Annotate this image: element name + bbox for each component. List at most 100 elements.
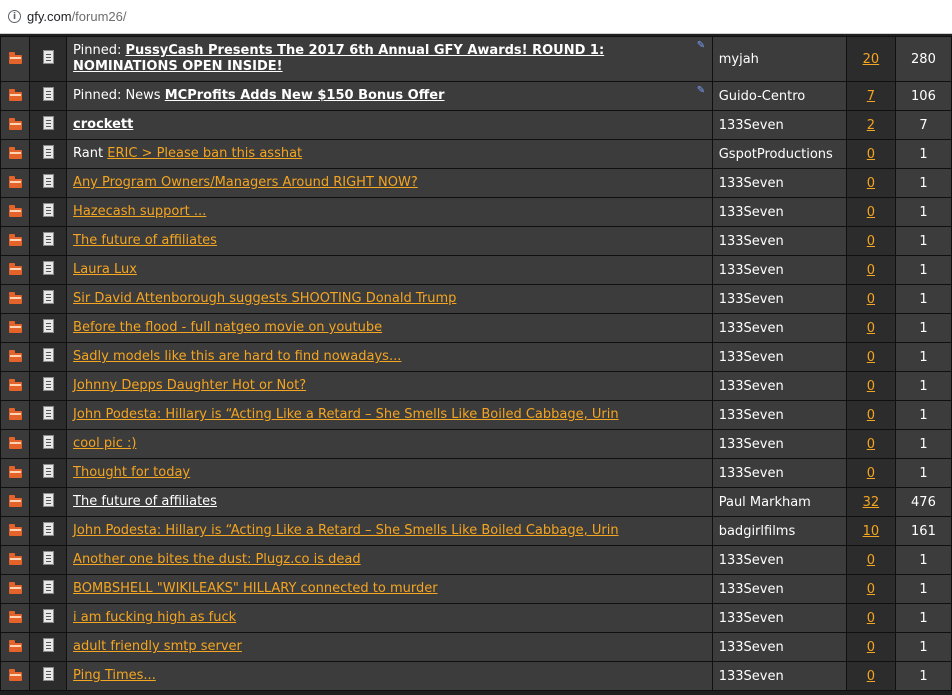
thread-title-link[interactable]: crockett: [73, 117, 133, 132]
thread-replies-link[interactable]: 0: [867, 582, 875, 597]
thread-icon-cell: [29, 661, 68, 691]
thread-replies-cell: 0: [845, 168, 896, 198]
thread-icon-cell: [29, 226, 68, 256]
thread-author[interactable]: 133Seven: [711, 545, 847, 575]
folder-icon: [8, 88, 22, 101]
thread-author[interactable]: 133Seven: [711, 603, 847, 633]
document-icon: [42, 87, 54, 101]
thread-author[interactable]: 133Seven: [711, 313, 847, 343]
thread-replies-cell: 0: [845, 603, 896, 633]
thread-author[interactable]: 133Seven: [711, 284, 847, 314]
thread-replies-link[interactable]: 0: [867, 379, 875, 394]
thread-title-link[interactable]: Johnny Depps Daughter Hot or Not?: [73, 378, 306, 393]
thread-prefix: Pinned:: [73, 43, 122, 58]
folder-icon: [8, 51, 22, 64]
thread-replies-link[interactable]: 7: [867, 89, 875, 104]
thread-row: Thought for today 133Seven 0 1: [0, 458, 952, 488]
thread-replies-link[interactable]: 32: [863, 495, 880, 510]
thread-title-link[interactable]: Another one bites the dust: Plugz.co is …: [73, 552, 361, 567]
thread-title-link[interactable]: John Podesta: Hillary is “Acting Like a …: [73, 407, 619, 422]
thread-title-link[interactable]: Hazecash support ...: [73, 204, 206, 219]
thread-replies-link[interactable]: 20: [863, 52, 880, 67]
thread-title-cell: John Podesta: Hillary is “Acting Like a …: [66, 400, 713, 430]
thread-replies-link[interactable]: 0: [867, 611, 875, 626]
url-text[interactable]: gfy.com/forum26/: [27, 9, 126, 24]
status-cell: [0, 632, 31, 662]
thread-replies-link[interactable]: 0: [867, 350, 875, 365]
thread-title-link[interactable]: BOMBSHELL "WIKILEAKS" HILLARY connected …: [73, 581, 438, 596]
thread-replies-link[interactable]: 0: [867, 292, 875, 307]
thread-author[interactable]: 133Seven: [711, 661, 847, 691]
info-icon[interactable]: i: [8, 10, 21, 23]
thread-author[interactable]: 133Seven: [711, 168, 847, 198]
thread-replies-cell: 0: [845, 313, 896, 343]
folder-icon: [8, 117, 22, 130]
thread-title-link[interactable]: Thought for today: [73, 465, 190, 480]
thread-author[interactable]: 133Seven: [711, 255, 847, 285]
thread-title-cell: John Podesta: Hillary is “Acting Like a …: [66, 516, 713, 546]
thread-title-link[interactable]: PussyCash Presents The 2017 6th Annual G…: [73, 43, 604, 74]
thread-replies-cell: 10: [845, 516, 896, 546]
thread-replies-link[interactable]: 0: [867, 234, 875, 249]
thread-title-link[interactable]: The future of affiliates: [73, 494, 217, 509]
thread-title-link[interactable]: John Podesta: Hillary is “Acting Like a …: [73, 523, 619, 538]
thread-title-cell: Ping Times...: [66, 661, 713, 691]
thread-title-link[interactable]: cool pic :): [73, 436, 136, 451]
thread-author[interactable]: 133Seven: [711, 429, 847, 459]
thread-replies-link[interactable]: 0: [867, 466, 875, 481]
thread-author[interactable]: 133Seven: [711, 197, 847, 227]
thread-author[interactable]: 133Seven: [711, 110, 847, 140]
thread-author[interactable]: 133Seven: [711, 400, 847, 430]
address-bar[interactable]: i gfy.com/forum26/: [0, 0, 952, 34]
thread-replies-link[interactable]: 0: [867, 669, 875, 684]
thread-replies-link[interactable]: 0: [867, 553, 875, 568]
thread-replies-link[interactable]: 10: [863, 524, 880, 539]
thread-title-cell: Sadly models like this are hard to find …: [66, 342, 713, 372]
thread-title-link[interactable]: Any Program Owners/Managers Around RIGHT…: [73, 175, 418, 190]
thread-views: 1: [894, 574, 952, 604]
thread-views: 1: [894, 458, 952, 488]
folder-icon: [8, 494, 22, 507]
folder-icon: [8, 349, 22, 362]
thread-author[interactable]: 133Seven: [711, 574, 847, 604]
thread-title-link[interactable]: Sadly models like this are hard to find …: [73, 349, 401, 364]
thread-author[interactable]: badgirlfilms: [711, 516, 847, 546]
thread-title-cell: Thought for today: [66, 458, 713, 488]
thread-author[interactable]: 133Seven: [711, 226, 847, 256]
thread-views: 161: [894, 516, 952, 546]
thread-icon-cell: [29, 110, 68, 140]
document-icon: [42, 493, 54, 507]
document-icon: [42, 435, 54, 449]
thread-row: Pinned: News MCProfits Adds New $150 Bon…: [0, 81, 952, 111]
thread-replies-link[interactable]: 0: [867, 640, 875, 655]
thread-author[interactable]: 133Seven: [711, 371, 847, 401]
thread-replies-link[interactable]: 0: [867, 321, 875, 336]
thread-title-link[interactable]: Laura Lux: [73, 262, 137, 277]
thread-title-link[interactable]: Sir David Attenborough suggests SHOOTING…: [73, 291, 456, 306]
thread-author[interactable]: GspotProductions: [711, 139, 847, 169]
document-icon: [42, 638, 54, 652]
thread-replies-link[interactable]: 2: [867, 118, 875, 133]
thread-author[interactable]: myjah: [711, 36, 847, 82]
thread-replies-link[interactable]: 0: [867, 176, 875, 191]
thread-author[interactable]: 133Seven: [711, 632, 847, 662]
thread-title-link[interactable]: Ping Times...: [73, 668, 156, 683]
thread-title-link[interactable]: ERIC > Please ban this asshat: [107, 146, 302, 161]
thread-title-link[interactable]: Before the flood - full natgeo movie on …: [73, 320, 382, 335]
thread-title-link[interactable]: adult friendly smtp server: [73, 639, 242, 654]
thread-replies-link[interactable]: 0: [867, 437, 875, 452]
thread-author[interactable]: Guido-Centro: [711, 81, 847, 111]
thread-replies-link[interactable]: 0: [867, 263, 875, 278]
status-cell: [0, 661, 31, 691]
thread-replies-link[interactable]: 0: [867, 408, 875, 423]
thread-title-link[interactable]: i am fucking high as fuck: [73, 610, 236, 625]
thread-author[interactable]: Paul Markham: [711, 487, 847, 517]
thread-prefix: Pinned: News: [73, 88, 161, 103]
thread-replies-link[interactable]: 0: [867, 147, 875, 162]
thread-author[interactable]: 133Seven: [711, 458, 847, 488]
thread-title-link[interactable]: MCProfits Adds New $150 Bonus Offer: [165, 88, 445, 103]
thread-replies-link[interactable]: 0: [867, 205, 875, 220]
thread-author[interactable]: 133Seven: [711, 342, 847, 372]
thread-title-link[interactable]: The future of affiliates: [73, 233, 217, 248]
thread-icon-cell: [29, 458, 68, 488]
